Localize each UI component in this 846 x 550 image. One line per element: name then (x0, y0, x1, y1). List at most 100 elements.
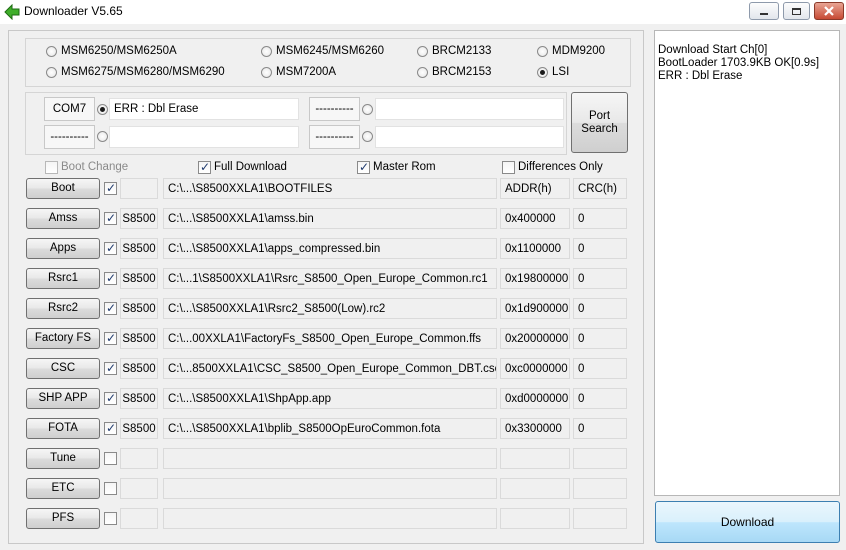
apps-button[interactable]: Apps (26, 238, 100, 259)
title-bar: Downloader V5.65 (0, 0, 846, 24)
shp-app-checkbox[interactable] (104, 391, 117, 405)
log-panel: Download Start Ch[0] BootLoader 1703.9KB… (654, 30, 840, 496)
shp-app-model: S8500 (120, 388, 158, 409)
chipset-radio-msm6250[interactable]: MSM6250/MSM6250A (46, 43, 177, 59)
full-download-checkbox[interactable] (198, 160, 211, 174)
etc-button[interactable]: ETC (26, 478, 100, 499)
boot-crc: CRC(h) (573, 178, 627, 199)
factory-fs-button[interactable]: Factory FS (26, 328, 100, 349)
port-status-4 (375, 126, 564, 148)
port-status-1: ERR : Dbl Erase (109, 98, 299, 120)
csc-crc: 0 (573, 358, 627, 379)
rsrc1-path: C:\...1\S8500XXLA1\Rsrc_S8500_Open_Europ… (163, 268, 497, 289)
shp-app-button[interactable]: SHP APP (26, 388, 100, 409)
log-line: ERR : Dbl Erase (658, 70, 743, 82)
maximize-button[interactable] (783, 2, 810, 20)
fota-model: S8500 (120, 418, 158, 439)
maximize-icon (792, 7, 801, 15)
close-icon (824, 6, 834, 16)
boot-change-checkbox (45, 161, 58, 174)
fota-path: C:\...\S8500XXLA1\bplib_S8500OpEuroCommo… (163, 418, 497, 439)
amss-checkbox[interactable] (104, 211, 117, 225)
fota-checkbox[interactable] (104, 421, 117, 435)
port-radio-3[interactable] (97, 131, 108, 142)
pfs-addr (500, 508, 570, 529)
fota-button[interactable]: FOTA (26, 418, 100, 439)
rsrc1-model: S8500 (120, 268, 158, 289)
factory-fs-checkbox[interactable] (104, 331, 117, 345)
boot-model (120, 178, 158, 199)
amss-addr: 0x400000 (500, 208, 570, 229)
rsrc1-checkbox[interactable] (104, 271, 117, 285)
log-line: BootLoader 1703.9KB OK[0.9s] (658, 57, 820, 69)
port-radio-4[interactable] (362, 131, 373, 142)
port-radio-1[interactable] (97, 104, 108, 115)
chipset-radio-msm6245[interactable]: MSM6245/MSM6260 (261, 43, 384, 59)
boot-button[interactable]: Boot (26, 178, 100, 199)
etc-path (163, 478, 497, 499)
fota-crc: 0 (573, 418, 627, 439)
csc-button[interactable]: CSC (26, 358, 100, 379)
csc-model: S8500 (120, 358, 158, 379)
chipset-radio-brcm2153[interactable]: BRCM2153 (417, 64, 491, 80)
factory-fs-model: S8500 (120, 328, 158, 349)
tune-path (163, 448, 497, 469)
amss-button[interactable]: Amss (26, 208, 100, 229)
green-arrow-icon (4, 4, 20, 20)
chipset-radio-brcm2133[interactable]: BRCM2133 (417, 43, 491, 59)
radio-circle (417, 45, 428, 57)
rsrc2-path: C:\...\S8500XXLA1\Rsrc2_S8500(Low).rc2 (163, 298, 497, 319)
pfs-button[interactable]: PFS (26, 508, 100, 529)
pfs-path (163, 508, 497, 529)
port-status-2 (375, 98, 564, 120)
pfs-checkbox[interactable] (104, 512, 117, 525)
rsrc2-checkbox[interactable] (104, 301, 117, 315)
boot-addr: ADDR(h) (500, 178, 570, 199)
download-button[interactable]: Download (655, 501, 840, 543)
port-search-button[interactable]: Port Search (571, 92, 628, 153)
etc-crc (573, 478, 627, 499)
window-title: Downloader V5.65 (24, 4, 123, 18)
rsrc2-button[interactable]: Rsrc2 (26, 298, 100, 319)
port-label-2: ---------- (309, 97, 360, 121)
port-label-1: COM7 (44, 97, 95, 121)
tune-checkbox[interactable] (104, 452, 117, 465)
fota-addr: 0x3300000 (500, 418, 570, 439)
radio-circle (46, 66, 57, 78)
log-line: Download Start Ch[0] (658, 44, 768, 56)
radio-circle (261, 45, 272, 57)
csc-path: C:\...8500XXLA1\CSC_S8500_Open_Europe_Co… (163, 358, 497, 379)
differences-only-checkbox[interactable] (502, 161, 515, 174)
boot-checkbox[interactable] (104, 181, 117, 195)
apps-crc: 0 (573, 238, 627, 259)
csc-addr: 0xc0000000 (500, 358, 570, 379)
shp-app-addr: 0xd0000000 (500, 388, 570, 409)
apps-path: C:\...\S8500XXLA1\apps_compressed.bin (163, 238, 497, 259)
chipset-radio-msm6275[interactable]: MSM6275/MSM6280/MSM6290 (46, 64, 225, 80)
rsrc2-model: S8500 (120, 298, 158, 319)
client-area: MSM6250/MSM6250A MSM6245/MSM6260 BRCM213… (0, 24, 846, 550)
rsrc2-crc: 0 (573, 298, 627, 319)
close-button[interactable] (814, 2, 844, 20)
csc-checkbox[interactable] (104, 361, 117, 375)
rsrc1-crc: 0 (573, 268, 627, 289)
chipset-radio-msm7200a[interactable]: MSM7200A (261, 64, 336, 80)
rsrc1-button[interactable]: Rsrc1 (26, 268, 100, 289)
radio-circle (417, 66, 428, 78)
rsrc1-addr: 0x19800000 (500, 268, 570, 289)
etc-checkbox[interactable] (104, 482, 117, 495)
radio-circle (537, 45, 548, 57)
minimize-button[interactable] (749, 2, 779, 20)
factory-fs-addr: 0x20000000 (500, 328, 570, 349)
apps-model: S8500 (120, 238, 158, 259)
chipset-radio-lsi[interactable]: LSI (537, 64, 569, 80)
etc-addr (500, 478, 570, 499)
chipset-radio-mdm9200[interactable]: MDM9200 (537, 43, 605, 59)
apps-checkbox[interactable] (104, 241, 117, 255)
factory-fs-path: C:\...00XXLA1\FactoryFs_S8500_Open_Europ… (163, 328, 497, 349)
etc-model (120, 478, 158, 499)
master-rom-checkbox[interactable] (357, 160, 370, 174)
port-radio-2[interactable] (362, 104, 373, 115)
tune-button[interactable]: Tune (26, 448, 100, 469)
differences-only-label: Differences Only (518, 161, 603, 173)
